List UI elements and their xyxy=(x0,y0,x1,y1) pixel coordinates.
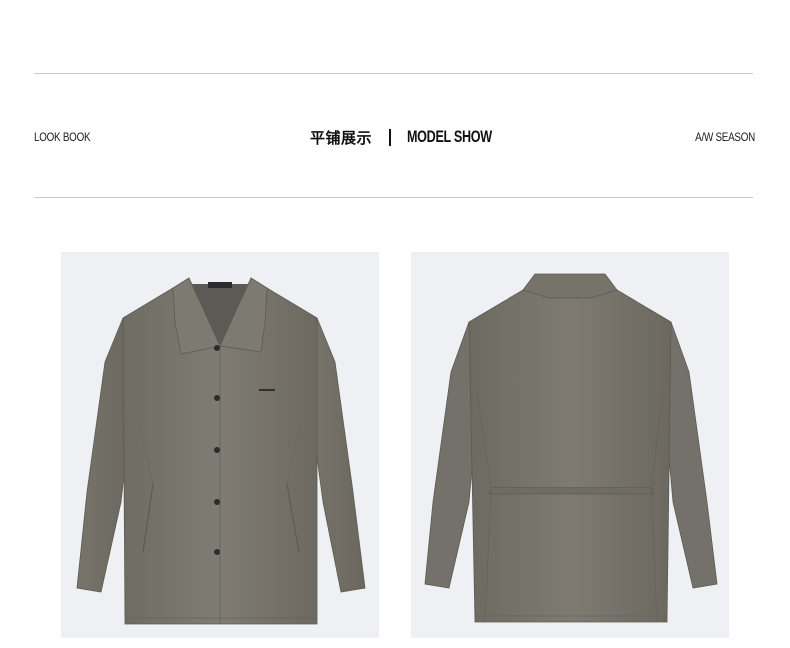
title-english: MODEL SHOW xyxy=(407,127,492,146)
top-divider xyxy=(34,73,753,74)
title-separator xyxy=(389,128,392,146)
jacket-back-image xyxy=(411,252,729,638)
title-chinese: 平铺展示 xyxy=(310,128,373,147)
section-title: 平铺展示 MODEL SHOW xyxy=(310,124,522,150)
season-label: A/W SEASON xyxy=(695,130,755,144)
bottom-divider xyxy=(34,197,753,198)
jacket-back-illustration xyxy=(424,273,718,623)
section-header: LOOK BOOK 平铺展示 MODEL SHOW A/W SEASON xyxy=(34,124,755,150)
jacket-front-image xyxy=(61,252,379,638)
look-book-label: LOOK BOOK xyxy=(34,130,91,144)
jacket-front-illustration xyxy=(76,277,366,625)
